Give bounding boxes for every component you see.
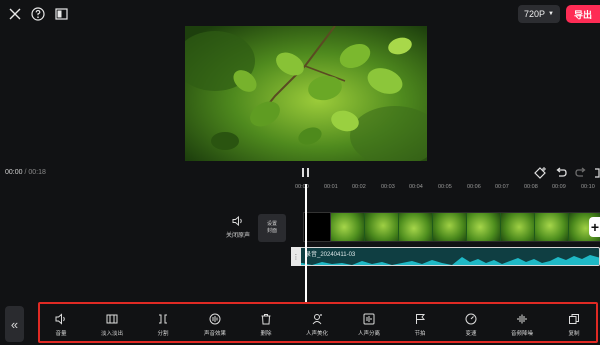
set-cover-button[interactable]: 设置 封面 bbox=[258, 214, 286, 242]
tool-sound-effect[interactable]: 声音效果 bbox=[188, 313, 242, 339]
close-icon[interactable] bbox=[7, 6, 23, 22]
collapse-toolbar-button[interactable]: « bbox=[5, 306, 24, 342]
mute-original-label: 关闭原声 bbox=[225, 233, 250, 239]
add-clip-button[interactable]: + bbox=[589, 217, 600, 237]
speaker-icon bbox=[232, 215, 242, 227]
tool-label: 人声分离 bbox=[357, 331, 380, 337]
voice-beautify-icon bbox=[312, 314, 322, 325]
tool-delete[interactable]: 删除 bbox=[239, 313, 293, 339]
clip-thumbnail bbox=[433, 213, 467, 241]
clip-thumbnail bbox=[535, 213, 569, 241]
clip-thumbnail bbox=[331, 213, 365, 241]
keyframe-icon[interactable] bbox=[534, 166, 548, 180]
copy-icon bbox=[569, 314, 579, 324]
video-preview[interactable] bbox=[185, 26, 427, 161]
mute-original-button[interactable]: 关闭原声 bbox=[224, 215, 252, 239]
audio-trim-handle[interactable]: ⋮ bbox=[291, 247, 301, 266]
tool-volume[interactable]: 音量 bbox=[34, 313, 88, 339]
ruler-tick: 00:09 bbox=[552, 184, 566, 190]
ruler-tick: 00:06 bbox=[467, 184, 481, 190]
tool-noise-reduction[interactable]: 音频降噪 bbox=[495, 313, 549, 339]
noise-reduction-icon bbox=[517, 314, 527, 324]
ruler-tick: 00:10 bbox=[581, 184, 595, 190]
undo-icon[interactable] bbox=[554, 166, 568, 180]
speed-icon bbox=[465, 313, 477, 325]
tool-label: 分割 bbox=[157, 331, 169, 337]
video-clip[interactable] bbox=[331, 212, 600, 242]
playhead[interactable] bbox=[305, 184, 307, 302]
tool-label: 人声美化 bbox=[305, 331, 328, 337]
black-clip[interactable] bbox=[303, 212, 331, 242]
cover-label-line-2: 封面 bbox=[266, 228, 277, 234]
tool-label: 声音效果 bbox=[203, 331, 226, 337]
tool-fade[interactable]: 淡入淡出 bbox=[85, 313, 139, 339]
tool-voice-separate[interactable]: 人声分离 bbox=[342, 313, 396, 339]
help-icon[interactable] bbox=[30, 6, 46, 22]
tool-speed[interactable]: 变速 bbox=[444, 313, 498, 339]
ruler-tick: 00:01 bbox=[324, 184, 338, 190]
voice-separate-icon bbox=[363, 313, 375, 325]
fade-icon bbox=[106, 314, 118, 324]
tool-label: 删除 bbox=[260, 331, 272, 337]
tool-label: 节拍 bbox=[414, 331, 426, 337]
ruler-tick: 00:05 bbox=[438, 184, 452, 190]
ruler-tick: 00:02 bbox=[352, 184, 366, 190]
delete-icon bbox=[261, 314, 271, 325]
ruler-tick: 00:07 bbox=[495, 184, 509, 190]
tool-label: 复制 bbox=[568, 331, 580, 337]
tool-copy[interactable]: 复制 bbox=[547, 313, 600, 339]
timecode: 00:00 / 00:18 bbox=[5, 169, 46, 176]
clip-thumbnail bbox=[501, 213, 535, 241]
timeline-ruler[interactable]: 00:00 00:01 00:02 00:03 00:04 00:05 00:0… bbox=[290, 184, 600, 194]
resolution-dropdown[interactable]: 720P ▼ bbox=[518, 5, 560, 23]
export-button[interactable]: 导出 bbox=[566, 5, 600, 23]
tool-split[interactable]: 分割 bbox=[136, 313, 190, 339]
clip-thumbnail bbox=[467, 213, 501, 241]
current-time: 00:00 bbox=[5, 169, 23, 176]
tool-label: 变速 bbox=[465, 331, 477, 337]
sound-effect-icon bbox=[209, 313, 221, 325]
audio-toolbar: 音量 淡入淡出 分割 声音效果 删除 人声美化 人声分离 节拍 变速 音频降噪 … bbox=[38, 302, 598, 343]
resolution-value: 720P bbox=[524, 9, 546, 19]
volume-icon bbox=[55, 313, 65, 325]
audio-clip-label: 录音_20240411-03 bbox=[305, 252, 356, 258]
tool-label: 音量 bbox=[55, 331, 67, 337]
ruler-tick: 00:03 bbox=[381, 184, 395, 190]
tool-beat[interactable]: 节拍 bbox=[393, 313, 447, 339]
pause-icon[interactable] bbox=[302, 168, 312, 179]
redo-icon[interactable] bbox=[574, 166, 588, 180]
ruler-tick: 00:08 bbox=[524, 184, 538, 190]
clip-thumbnail bbox=[365, 213, 399, 241]
layout-icon[interactable] bbox=[53, 6, 69, 22]
fullscreen-icon[interactable] bbox=[594, 166, 600, 180]
tool-label: 音频降噪 bbox=[510, 331, 533, 337]
chevron-down-icon: ▼ bbox=[548, 11, 554, 17]
split-icon bbox=[159, 314, 167, 324]
tool-voice-beautify[interactable]: 人声美化 bbox=[290, 313, 344, 339]
tool-label: 淡入淡出 bbox=[100, 331, 123, 337]
clip-thumbnail bbox=[399, 213, 433, 241]
cover-label-line-1: 设置 bbox=[266, 221, 277, 227]
beat-flag-icon bbox=[416, 314, 426, 324]
ruler-tick: 00:04 bbox=[409, 184, 423, 190]
total-time: 00:18 bbox=[28, 169, 46, 176]
